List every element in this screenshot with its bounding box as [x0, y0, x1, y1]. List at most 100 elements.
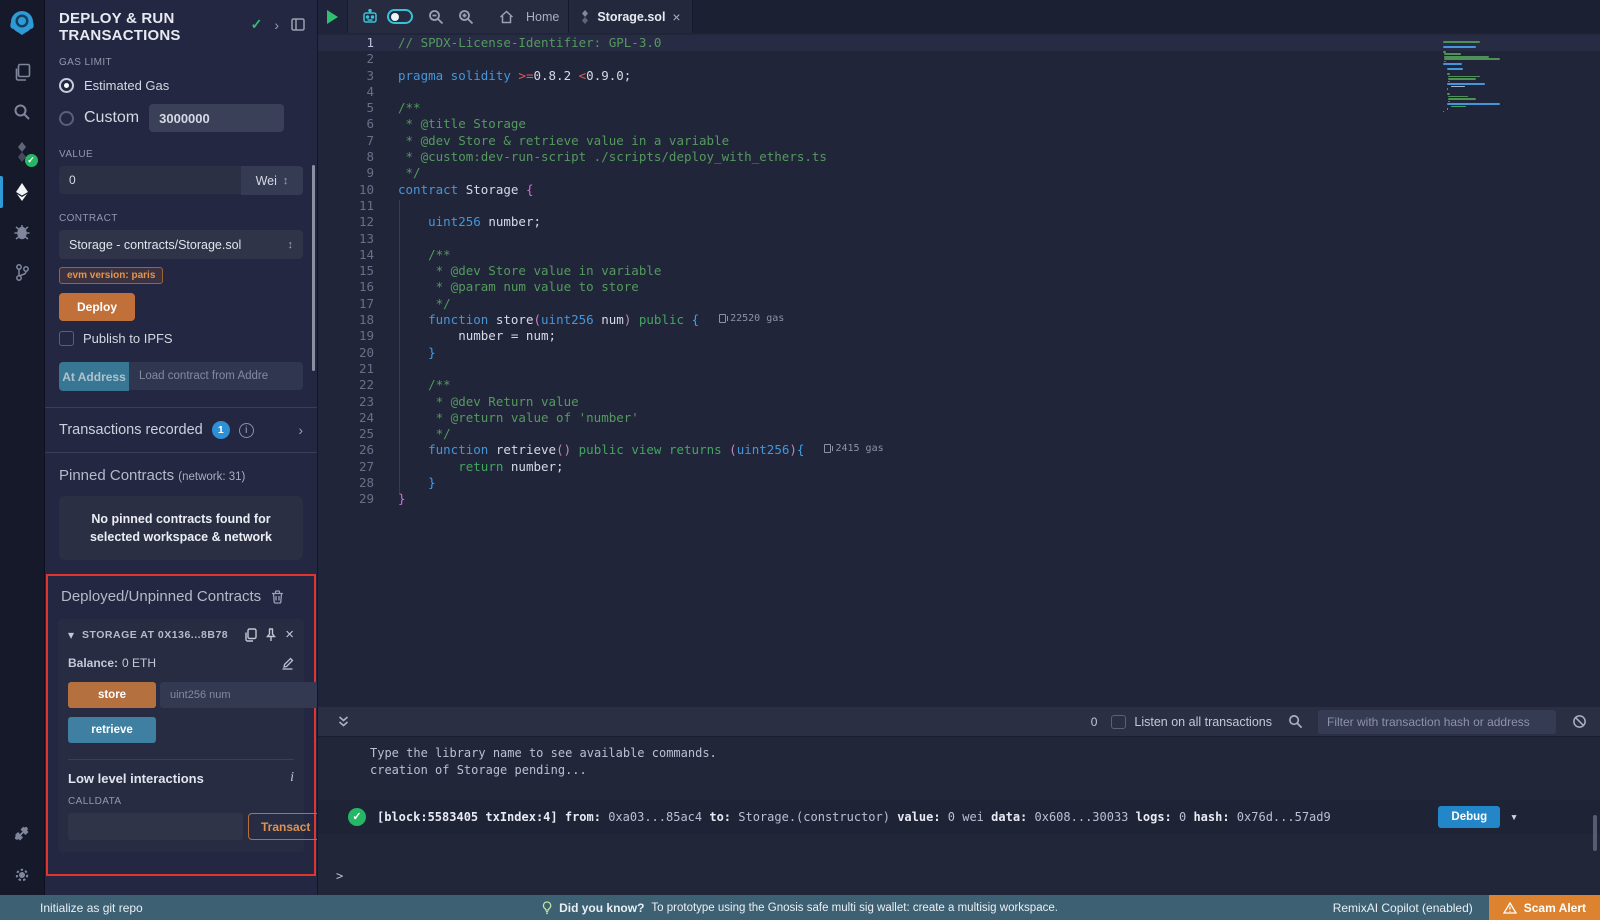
code-line[interactable]: 8 * @custom:dev-run-script ./scripts/dep… — [318, 149, 1600, 165]
solidity-compiler-icon[interactable]: ✓ — [0, 132, 45, 172]
retrieve-function-button[interactable]: retrieve — [68, 717, 156, 743]
code-line[interactable]: 6 * @title Storage — [318, 116, 1600, 132]
remove-contract-icon[interactable]: × — [285, 629, 294, 641]
code-line[interactable]: 19 number = num; — [318, 328, 1600, 344]
minimap[interactable] — [1443, 41, 1523, 113]
run-script-button[interactable] — [327, 10, 338, 24]
code-editor[interactable]: 1// SPDX-License-Identifier: GPL-3.023pr… — [318, 33, 1600, 707]
expand-tx-icon[interactable]: ▾ — [1510, 809, 1518, 826]
store-param-input[interactable] — [160, 682, 318, 708]
zoom-out-icon[interactable] — [423, 4, 449, 30]
code-line[interactable]: 11 — [318, 198, 1600, 214]
transact-button[interactable]: Transact — [248, 813, 318, 840]
terminal-search-icon[interactable] — [1286, 709, 1304, 735]
warning-icon — [1503, 902, 1517, 914]
git-icon[interactable] — [0, 252, 45, 292]
copilot-status[interactable]: RemixAI Copilot (enabled) — [1333, 901, 1473, 915]
value-unit: Wei — [256, 174, 277, 188]
panel-scrollbar[interactable] — [312, 165, 315, 371]
git-init-button[interactable]: Initialize as git repo — [0, 901, 143, 915]
code-line[interactable]: 28 } — [318, 475, 1600, 491]
code-line[interactable]: 17 */ — [318, 296, 1600, 312]
pin-icon[interactable] — [265, 628, 277, 642]
store-function-button[interactable]: store — [68, 682, 156, 708]
chevron-right-icon[interactable]: › — [298, 422, 303, 438]
code-line[interactable]: 5/** — [318, 100, 1600, 116]
code-line[interactable]: 18 function store(uint256 num) public {2… — [318, 312, 1600, 328]
code-line[interactable]: 16 * @param num value to store — [318, 279, 1600, 295]
tip-text: To prototype using the Gnosis safe multi… — [651, 902, 1058, 914]
code-line[interactable]: 14 /** — [318, 247, 1600, 263]
code-line[interactable]: 22 /** — [318, 377, 1600, 393]
copilot-toggle[interactable] — [387, 4, 413, 30]
code-line[interactable]: 27 return number; — [318, 459, 1600, 475]
estimated-gas-option[interactable]: Estimated Gas — [59, 74, 303, 96]
transaction-filter-input[interactable] — [1318, 710, 1556, 734]
code-line[interactable]: 7 * @dev Store & retrieve value in a var… — [318, 133, 1600, 149]
code-line[interactable]: 10contract Storage { — [318, 182, 1600, 198]
code-line[interactable]: 25 */ — [318, 426, 1600, 442]
clear-console-icon[interactable] — [1570, 709, 1588, 735]
value-input[interactable] — [59, 166, 241, 194]
remix-logo-icon[interactable] — [7, 8, 37, 38]
code-line[interactable]: 3pragma solidity >=0.8.2 <0.9.0; — [318, 68, 1600, 84]
code-line[interactable]: 29} — [318, 491, 1600, 507]
custom-gas-radio[interactable] — [59, 111, 74, 126]
plugin-manager-icon[interactable] — [0, 815, 45, 855]
deployed-contract-card: ▾ STORAGE AT 0X136...8B78 × Balance: 0 E… — [58, 619, 304, 852]
zoom-in-icon[interactable] — [453, 4, 479, 30]
collapse-terminal-icon[interactable] — [330, 709, 356, 735]
code-line[interactable]: 15 * @dev Store value in variable — [318, 263, 1600, 279]
terminal: 0 Listen on all transactions T — [318, 707, 1600, 895]
ai-copilot-icon[interactable] — [357, 4, 383, 30]
search-icon[interactable] — [0, 92, 45, 132]
terminal-prompt[interactable]: > — [336, 868, 343, 885]
panel-layout-icon[interactable] — [291, 18, 305, 31]
code-line[interactable]: 13 — [318, 231, 1600, 247]
listen-checkbox[interactable] — [1111, 715, 1126, 729]
gas-pump-icon — [719, 314, 726, 323]
code-line[interactable]: 21 — [318, 361, 1600, 377]
home-tab-label[interactable]: Home — [526, 10, 559, 24]
deploy-run-icon[interactable] — [0, 172, 45, 212]
tab-storage-sol[interactable]: Storage.sol × — [569, 0, 692, 33]
panel-collapse-icon[interactable]: › — [274, 17, 279, 33]
value-unit-select[interactable]: Wei ↕ — [241, 166, 303, 195]
copy-address-icon[interactable] — [244, 628, 257, 642]
transactions-recorded-row[interactable]: Transactions recorded 1 i › — [45, 408, 317, 452]
file-explorer-icon[interactable] — [0, 52, 45, 92]
debug-button[interactable]: Debug — [1438, 806, 1500, 828]
code-line[interactable]: 12 uint256 number; — [318, 214, 1600, 230]
code-line[interactable]: 20 } — [318, 345, 1600, 361]
publish-ipfs-checkbox[interactable] — [59, 331, 74, 346]
at-address-input[interactable] — [129, 362, 303, 390]
debugger-icon[interactable] — [0, 212, 45, 252]
calldata-input[interactable] — [68, 813, 243, 840]
settings-gear-icon[interactable] — [0, 855, 45, 895]
info-icon[interactable]: i — [239, 423, 254, 438]
trash-icon[interactable] — [271, 590, 284, 604]
at-address-button[interactable]: At Address — [59, 362, 129, 391]
edit-icon[interactable] — [281, 657, 294, 670]
transaction-log-row[interactable]: ✓ [block:5583405 txIndex:4] from: 0xa03.… — [318, 800, 1600, 834]
deploy-button[interactable]: Deploy — [59, 293, 135, 321]
chevron-down-icon[interactable]: ▾ — [68, 628, 74, 642]
code-line[interactable]: 23 * @dev Return value — [318, 394, 1600, 410]
code-line[interactable]: 9 */ — [318, 165, 1600, 181]
code-line[interactable]: 1// SPDX-License-Identifier: GPL-3.0 — [318, 35, 1600, 51]
custom-gas-input[interactable] — [149, 104, 284, 132]
contract-select[interactable]: Storage - contracts/Storage.sol ↕ — [59, 230, 303, 259]
terminal-scrollbar[interactable] — [1593, 815, 1597, 851]
home-icon[interactable] — [493, 4, 519, 30]
code-line[interactable]: 24 * @return value of 'number' — [318, 410, 1600, 426]
estimated-gas-radio[interactable] — [59, 78, 74, 93]
scam-alert-button[interactable]: Scam Alert — [1489, 895, 1600, 920]
terminal-body[interactable]: Type the library name to see available c… — [318, 737, 1600, 895]
code-line[interactable]: 4 — [318, 84, 1600, 100]
deployed-contract-name[interactable]: STORAGE AT 0X136...8B78 — [82, 629, 228, 641]
info-icon[interactable]: i — [290, 770, 294, 786]
code-line[interactable]: 26 function retrieve() public view retur… — [318, 442, 1600, 458]
code-line[interactable]: 2 — [318, 51, 1600, 67]
did-you-know-tip: Did you know? To prototype using the Gno… — [542, 901, 1058, 915]
tab-close-icon[interactable]: × — [672, 9, 680, 25]
